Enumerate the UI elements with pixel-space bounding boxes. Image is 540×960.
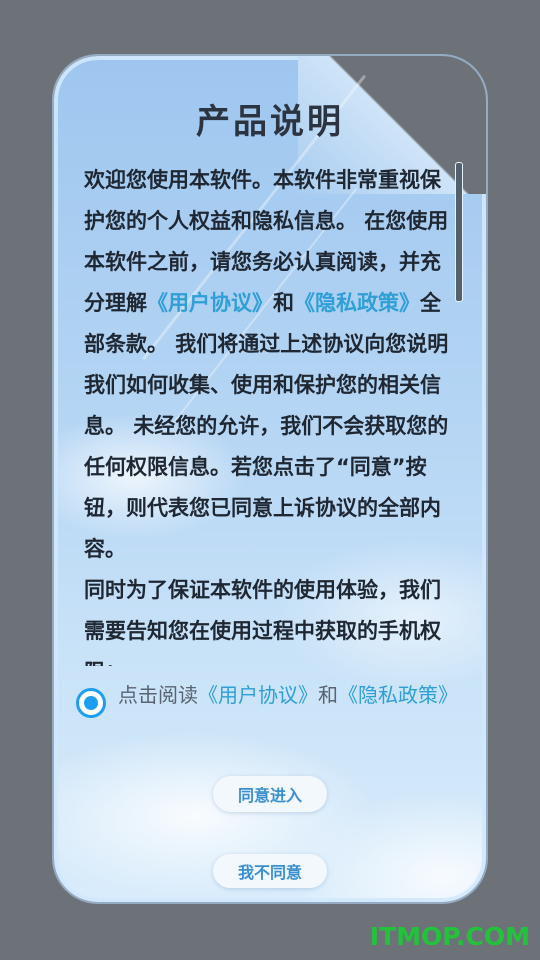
conjunction-text: 和 <box>273 291 294 315</box>
watermark-logo: ITMOP.COM <box>369 922 530 951</box>
agreement-text-permissions: 同时为了保证本软件的使用体验，我们需要告知您在使用过程中获取的手机权限： <box>84 578 441 666</box>
agree-user-agreement-link[interactable]: 《用户协议》 <box>198 683 318 707</box>
agree-radio-checked-icon[interactable] <box>76 688 106 718</box>
agree-prefix: 点击阅读 <box>118 683 198 707</box>
user-agreement-link[interactable]: 《用户协议》 <box>147 291 273 315</box>
decline-button[interactable]: 我不同意 <box>213 854 327 888</box>
agree-text: 点击阅读《用户协议》和《隐私政策》 <box>118 684 458 706</box>
agreement-scroll-area[interactable]: 欢迎您使用本软件。本软件非常重视保护您的个人权益和隐私信息。 在您使用本软件之前… <box>84 160 456 666</box>
agree-enter-button[interactable]: 同意进入 <box>213 776 327 812</box>
agree-conjunction: 和 <box>318 683 338 707</box>
agreement-text-terms: 全部条款。 我们将通过上述协议向您说明我们如何收集、使用和保护您的相关信息。 未… <box>84 291 449 561</box>
scrollbar-thumb[interactable] <box>455 162 463 302</box>
agreement-dialog: 产品说明 欢迎您使用本软件。本软件非常重视保护您的个人权益和隐私信息。 在您使用… <box>54 56 486 902</box>
agreement-body: 欢迎您使用本软件。本软件非常重视保护您的个人权益和隐私信息。 在您使用本软件之前… <box>84 160 456 666</box>
privacy-policy-link[interactable]: 《隐私政策》 <box>294 291 420 315</box>
agree-privacy-policy-link[interactable]: 《隐私政策》 <box>338 683 458 707</box>
dialog-title: 产品说明 <box>196 102 344 142</box>
